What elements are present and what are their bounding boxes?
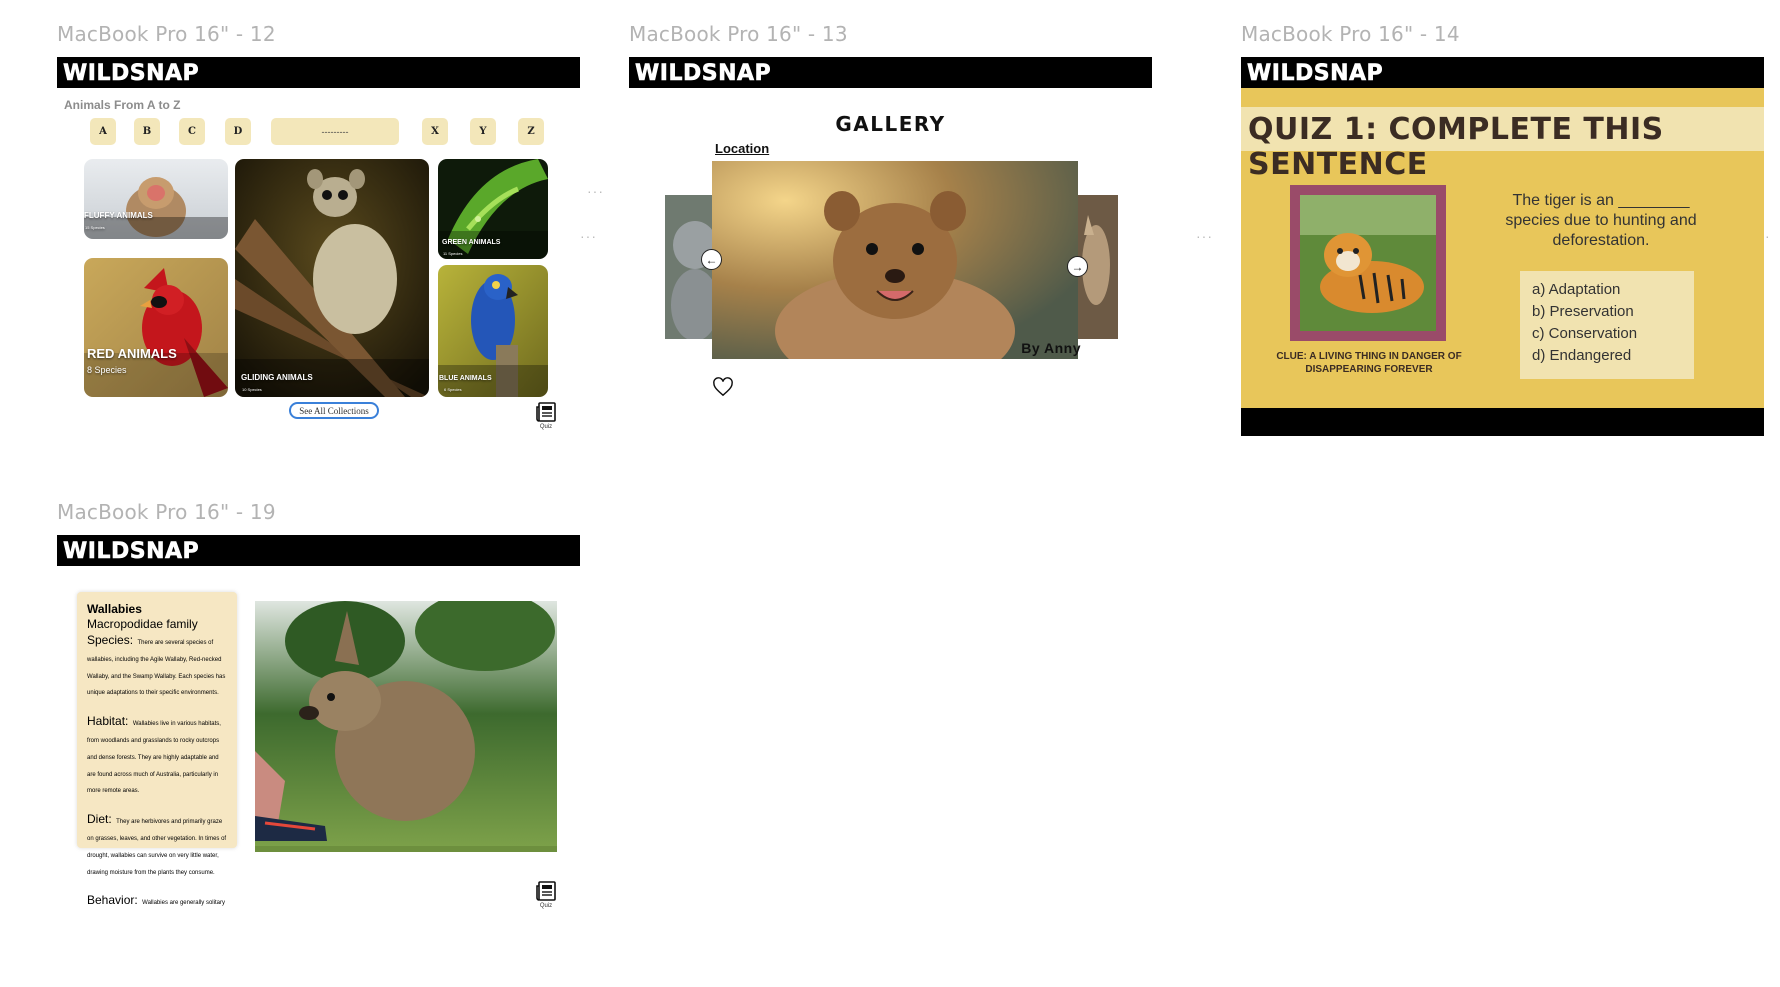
sugar-glider-photo <box>235 159 429 397</box>
tiger-stamp <box>1290 185 1446 341</box>
top-bar: WILDSNAP <box>629 57 1152 88</box>
letter-search-field[interactable]: --------- <box>271 118 399 145</box>
tiger-photo <box>1300 195 1436 331</box>
collection-card-blue[interactable]: BLUE ANIMALS 6 Species <box>438 265 548 397</box>
collection-title: GREEN ANIMALS <box>442 239 501 246</box>
letter-button-d[interactable]: D <box>225 118 251 145</box>
frame-label[interactable]: MacBook Pro 16" - 13 <box>629 22 848 46</box>
quiz-button[interactable]: Quiz <box>535 401 557 430</box>
frame-gallery: WILDSNAP GALLERY Location ← → By Anny <box>629 57 1152 407</box>
frame-label[interactable]: MacBook Pro 16" - 14 <box>1241 22 1460 46</box>
collection-card-gliding[interactable]: GLIDING ANIMALS 10 Species <box>235 159 429 397</box>
collection-title: GLIDING ANIMALS <box>241 373 313 382</box>
letter-button-x[interactable]: X <box>422 118 448 145</box>
frame-label[interactable]: MacBook Pro 16" - 19 <box>57 500 276 524</box>
behavior-heading: Behavior: <box>87 893 138 908</box>
behavior-section: Behavior: Wallabies are generally solita… <box>87 892 227 915</box>
quiz-title: QUIZ 1: COMPLETE THIS SENTENCE <box>1248 112 1664 182</box>
animal-photo <box>255 601 557 852</box>
see-all-collections-button[interactable]: See All Collections <box>289 402 379 419</box>
collection-count: 15 Species <box>85 225 105 230</box>
frame-label[interactable]: MacBook Pro 16" - 12 <box>57 22 276 46</box>
collection-count: 11 Species <box>443 251 463 256</box>
top-bar: WILDSNAP <box>57 535 580 566</box>
answer-option-d[interactable]: d) Endangered <box>1532 345 1682 367</box>
more-icon[interactable]: · <box>1765 228 1771 244</box>
more-icon[interactable]: ··· <box>580 228 597 244</box>
location-link[interactable]: Location <box>715 141 769 156</box>
more-icon[interactable]: ··· <box>1196 228 1213 244</box>
frame-animal-detail: WILDSNAP Wallabies Macropodidae family S… <box>57 535 580 915</box>
page-title: GALLERY <box>835 112 946 136</box>
quokka-photo <box>712 161 1078 359</box>
newspaper-icon <box>536 402 556 422</box>
letter-button-y[interactable]: Y <box>470 118 496 145</box>
logo[interactable]: WILDSNAP <box>63 61 199 87</box>
collection-card-red[interactable]: RED ANIMALS 8 Species <box>84 258 228 397</box>
page-subtitle: Animals From A to Z <box>64 98 181 112</box>
answer-options: a) Adaptation b) Preservation c) Conserv… <box>1520 271 1694 379</box>
collection-count: 10 Species <box>242 387 262 392</box>
habitat-heading: Habitat: <box>87 714 129 729</box>
collection-card-green[interactable]: GREEN ANIMALS 11 Species <box>438 159 548 259</box>
habitat-section: Habitat: Wallabies live in various habit… <box>87 713 227 797</box>
frame-quiz: WILDSNAP QUIZ 1: COMPLETE THIS SENTENCE … <box>1241 57 1764 436</box>
logo[interactable]: WILDSNAP <box>1247 61 1383 87</box>
animal-family: Macropodidae family <box>87 617 198 631</box>
collection-title: BLUE ANIMALS <box>439 375 492 382</box>
answer-option-c[interactable]: c) Conservation <box>1532 323 1682 345</box>
cardinal-photo <box>84 258 228 397</box>
quiz-label: Quiz <box>539 424 553 430</box>
collection-title: FLUFFY ANIMALS <box>84 211 153 220</box>
collection-card-fluffy[interactable]: FLUFFY ANIMALS 15 Species <box>84 159 228 239</box>
newspaper-icon <box>536 881 556 901</box>
next-arrow-icon[interactable]: → <box>1067 256 1088 277</box>
like-button[interactable] <box>712 377 734 402</box>
logo[interactable]: WILDSNAP <box>635 61 771 87</box>
letter-button-b[interactable]: B <box>134 118 160 145</box>
frame-collections: WILDSNAP Animals From A to Z A B C D ---… <box>57 57 580 435</box>
animal-name: Wallabies <box>87 602 142 616</box>
diet-text: They are herbivores and primarily graze … <box>87 819 227 876</box>
more-icon[interactable]: ··· <box>587 183 604 199</box>
diet-section: Diet: They are herbivores and primarily … <box>87 811 227 878</box>
diet-heading: Diet: <box>87 812 112 827</box>
collection-count: 8 Species <box>87 365 127 375</box>
photo-author: By Anny <box>1021 340 1081 356</box>
quiz-label: Quiz <box>539 903 553 909</box>
quiz-clue: CLUE: A LIVING THING IN DANGER OF DISAPP… <box>1276 351 1462 375</box>
collection-count: 6 Species <box>444 387 462 392</box>
top-bar: WILDSNAP <box>1241 57 1764 88</box>
answer-option-a[interactable]: a) Adaptation <box>1532 279 1682 301</box>
animal-info-card: Wallabies Macropodidae family Species: T… <box>77 592 237 907</box>
letter-button-z[interactable]: Z <box>518 118 544 145</box>
letter-button-c[interactable]: C <box>179 118 205 145</box>
design-canvas: MacBook Pro 16" - 12 WILDSNAP Animals Fr… <box>0 0 1780 987</box>
gallery-main-photo[interactable] <box>712 161 1078 359</box>
heart-icon <box>713 377 733 397</box>
monkey-photo <box>84 159 228 239</box>
species-text: There are several species of wallabies, … <box>87 640 226 697</box>
letter-button-a[interactable]: A <box>90 118 116 145</box>
quiz-button[interactable]: Quiz <box>535 880 557 909</box>
species-section: Species: There are several species of wa… <box>87 632 227 699</box>
species-heading: Species: <box>87 633 134 647</box>
top-bar: WILDSNAP <box>57 57 580 88</box>
answer-option-b[interactable]: b) Preservation <box>1532 301 1682 323</box>
prev-arrow-icon[interactable]: ← <box>701 249 722 270</box>
collection-title: RED ANIMALS <box>87 346 177 361</box>
quiz-question: The tiger is an ________ species due to … <box>1505 192 1697 249</box>
bottom-bar <box>1241 408 1764 436</box>
logo[interactable]: WILDSNAP <box>63 539 199 565</box>
habitat-text: Wallabies live in various habitats, from… <box>87 721 221 795</box>
wallaby-photo <box>255 601 557 852</box>
